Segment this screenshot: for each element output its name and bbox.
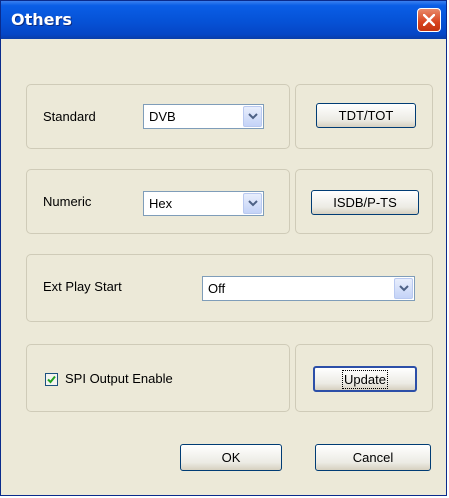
isdb-pts-label: ISDB/P-TS — [333, 195, 397, 210]
chevron-down-icon — [248, 200, 258, 207]
others-dialog: Others Standard DVB TDT/TOT Numeric Hex … — [0, 0, 447, 496]
chevron-down-icon — [399, 285, 409, 292]
standard-label: Standard — [43, 109, 96, 124]
ext-play-select[interactable]: Off — [202, 276, 415, 301]
numeric-select[interactable]: Hex — [143, 191, 264, 216]
close-button[interactable] — [417, 8, 441, 32]
ok-label: OK — [221, 450, 241, 465]
numeric-group: Numeric Hex — [26, 169, 290, 234]
chevron-down-icon — [248, 113, 258, 120]
tdt-tot-button[interactable]: TDT/TOT — [316, 103, 416, 128]
ok-button[interactable]: OK — [180, 444, 282, 471]
tdt-tot-label: TDT/TOT — [338, 108, 394, 123]
tdt-group: TDT/TOT — [295, 84, 433, 149]
ext-play-label: Ext Play Start — [43, 279, 122, 294]
numeric-value: Hex — [149, 196, 173, 211]
title-bar[interactable]: Others — [1, 1, 446, 39]
spi-output-checkbox[interactable] — [45, 373, 58, 386]
update-group: Update — [295, 344, 433, 412]
update-button[interactable]: Update — [313, 366, 417, 392]
isdb-pts-button[interactable]: ISDB/P-TS — [311, 190, 419, 215]
numeric-dropdown-button[interactable] — [243, 193, 262, 214]
spi-output-label: SPI Output Enable — [65, 371, 173, 386]
numeric-label: Numeric — [43, 194, 92, 209]
window-title: Others — [11, 10, 72, 29]
ext-play-value: Off — [208, 281, 226, 296]
cancel-label: Cancel — [352, 450, 394, 465]
standard-dropdown-button[interactable] — [243, 106, 262, 127]
isdb-group: ISDB/P-TS — [295, 169, 433, 234]
spi-group: SPI Output Enable — [26, 344, 290, 412]
dialog-body: Standard DVB TDT/TOT Numeric Hex ISDB/P-… — [5, 39, 442, 491]
standard-select[interactable]: DVB — [143, 104, 264, 129]
standard-value: DVB — [149, 109, 176, 124]
checkmark-icon — [47, 375, 56, 384]
ext-play-group: Ext Play Start Off — [26, 254, 433, 322]
standard-group: Standard DVB — [26, 84, 290, 149]
cancel-button[interactable]: Cancel — [315, 444, 431, 471]
ext-play-dropdown-button[interactable] — [394, 278, 413, 299]
update-label: Update — [342, 369, 388, 389]
close-icon — [423, 14, 435, 26]
